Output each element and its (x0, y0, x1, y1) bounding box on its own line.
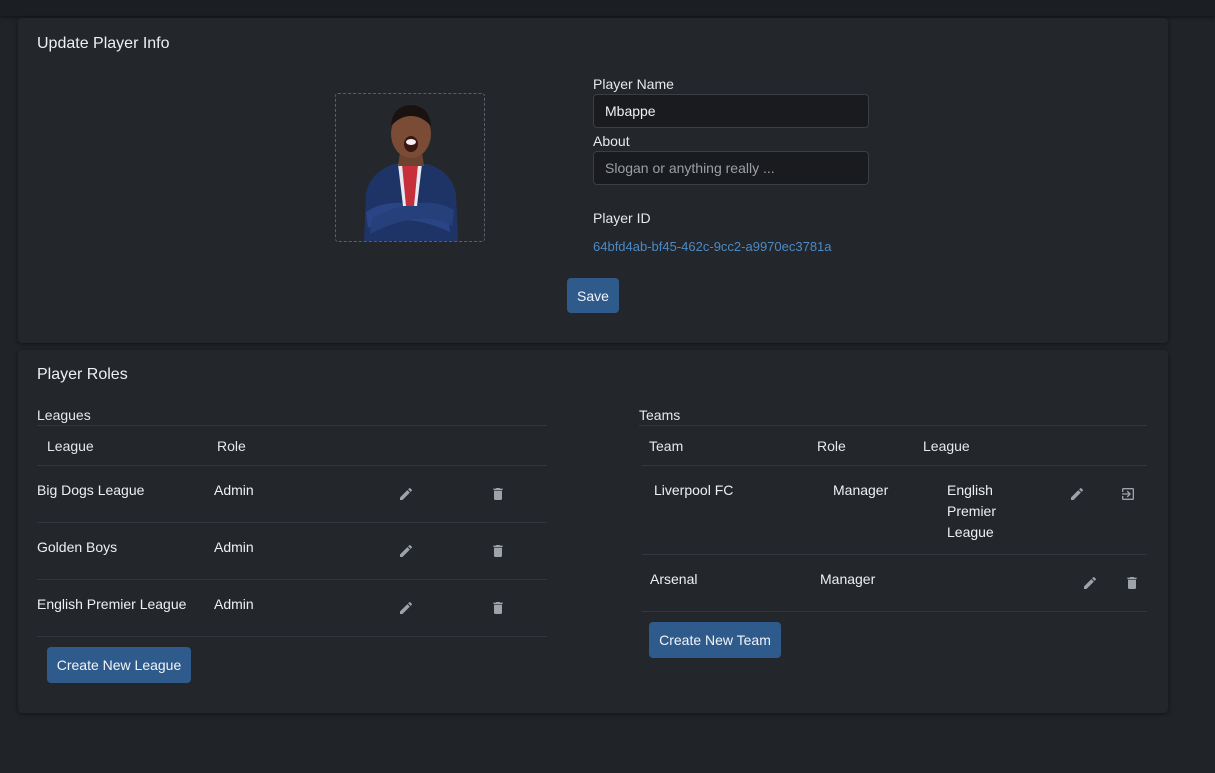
player-photo (364, 105, 458, 241)
trash-icon (1127, 577, 1137, 589)
row-divider (37, 579, 547, 580)
save-button[interactable]: Save (567, 278, 619, 313)
create-new-team-button[interactable]: Create New Team (649, 622, 781, 658)
player-info-card: Update Player Info Player Name About Pla… (18, 18, 1168, 343)
card-title-player-roles: Player Roles (37, 366, 128, 383)
player-photo-dropzone[interactable] (335, 93, 485, 242)
edit-league-button[interactable] (396, 484, 416, 504)
league-role-cell: Admin (214, 482, 254, 498)
player-name-label: Player Name (593, 76, 674, 92)
top-app-bar (0, 0, 1215, 16)
delete-league-button[interactable] (488, 598, 508, 618)
player-id-label: Player ID (593, 210, 651, 226)
leave-team-button[interactable] (1118, 484, 1138, 504)
edit-league-button[interactable] (396, 541, 416, 561)
exit-icon (1122, 488, 1134, 500)
leagues-header-league: League (47, 438, 94, 454)
pencil-icon (400, 487, 413, 500)
trash-icon (493, 602, 503, 614)
player-id-value: 64bfd4ab-bf45-462c-9cc2-a9970ec3781a (593, 239, 832, 254)
edit-team-button[interactable] (1067, 484, 1087, 504)
teams-divider (639, 425, 1147, 426)
row-divider (37, 636, 547, 637)
row-divider (37, 522, 547, 523)
delete-league-button[interactable] (488, 484, 508, 504)
pencil-icon (400, 601, 413, 614)
player-name-input[interactable] (593, 94, 869, 128)
edit-league-button[interactable] (396, 598, 416, 618)
trash-icon (493, 545, 503, 557)
league-role-cell: Admin (214, 539, 254, 555)
teams-header-divider (642, 465, 1147, 466)
leagues-divider (37, 425, 547, 426)
leagues-section-label: Leagues (37, 407, 91, 423)
leagues-header-role: Role (217, 438, 246, 454)
league-name-cell: Big Dogs League (37, 482, 145, 498)
teams-header-league: League (923, 438, 970, 454)
team-role-cell: Manager (820, 571, 876, 587)
team-role-cell: Manager (833, 482, 889, 498)
about-label: About (593, 133, 630, 149)
player-roles-card: Player Roles Leagues League Role Big Dog… (18, 350, 1168, 713)
leagues-header-divider (37, 465, 547, 466)
row-divider (642, 554, 1147, 555)
delete-league-button[interactable] (488, 541, 508, 561)
league-role-cell: Admin (214, 596, 254, 612)
teams-section-label: Teams (639, 407, 681, 423)
card-title-player-info: Update Player Info (37, 35, 170, 52)
teams-header-team: Team (649, 438, 684, 454)
pencil-icon (1071, 487, 1084, 500)
row-divider (642, 611, 1147, 612)
teams-header-role: Role (817, 438, 846, 454)
edit-team-button[interactable] (1080, 573, 1100, 593)
about-input[interactable] (593, 151, 869, 185)
pencil-icon (1084, 576, 1097, 589)
create-new-league-button[interactable]: Create New League (47, 647, 191, 683)
team-name-cell: Arsenal (650, 571, 698, 587)
trash-icon (493, 488, 503, 500)
team-league-cell: English Premier League (947, 482, 997, 540)
delete-team-button[interactable] (1122, 573, 1142, 593)
league-name-cell: English Premier League (37, 596, 187, 612)
team-name-cell: Liverpool FC (654, 482, 734, 498)
pencil-icon (400, 544, 413, 557)
league-name-cell: Golden Boys (37, 539, 118, 555)
